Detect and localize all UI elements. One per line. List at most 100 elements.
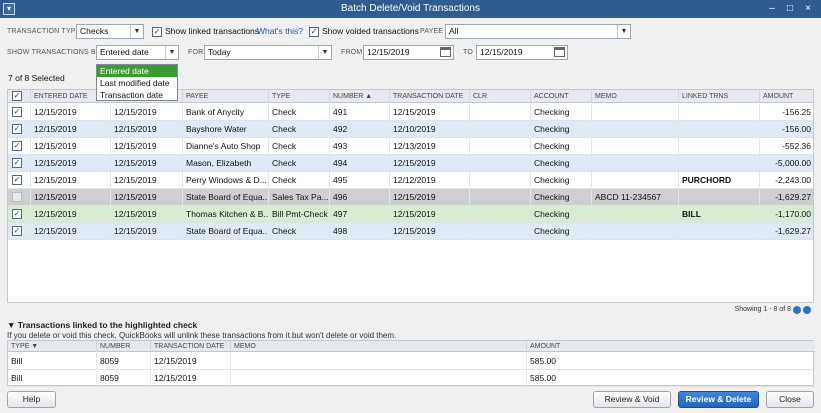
show-by-select[interactable]: Entered date ▼	[96, 45, 179, 60]
row-checkbox[interactable]: ✓	[12, 141, 22, 151]
transaction-type-label: TRANSACTION TYPE	[7, 28, 81, 35]
next-page-icon[interactable]	[803, 306, 811, 314]
collapse-arrow-icon[interactable]: ▼	[7, 320, 18, 330]
dropdown-option-last-modified-date[interactable]: Last modified date	[97, 77, 177, 89]
show-by-label: SHOW TRANSACTIONS BY	[7, 49, 101, 56]
linked-col-date[interactable]: TRANSACTION DATE	[150, 341, 230, 352]
cell-payee: Dianne's Auto Shop	[182, 138, 268, 155]
linked-col-memo[interactable]: MEMO	[230, 341, 526, 352]
calendar-icon[interactable]	[554, 47, 565, 57]
cell-number: 493	[329, 138, 389, 155]
row-checkbox[interactable]: ✓	[12, 107, 22, 117]
row-checkbox[interactable]: ✓	[12, 209, 22, 219]
cell-type: Bill Pmt-Check	[268, 206, 329, 223]
cell-entered: 12/15/2019	[30, 104, 110, 121]
minimize-icon[interactable]: –	[765, 2, 779, 16]
row-checkbox[interactable]	[12, 192, 22, 202]
for-value: Today	[208, 47, 231, 57]
row-checkbox[interactable]: ✓	[12, 175, 22, 185]
show-by-value: Entered date	[100, 47, 149, 57]
to-label: TO	[463, 49, 473, 56]
cell-type: Check	[268, 104, 329, 121]
linked-cell-date: 12/15/2019	[150, 353, 230, 370]
dropdown-option-transaction-date[interactable]: Transaction date	[97, 89, 177, 101]
linked-table-row[interactable]: Bill 8059 12/15/2019 585.00	[8, 370, 815, 387]
col-transaction-date[interactable]: TRANSACTION DATE	[389, 90, 469, 103]
row-checkbox[interactable]: ✓	[12, 124, 22, 134]
cell-account: Checking	[530, 138, 591, 155]
linked-section-heading[interactable]: ▼ Transactions linked to the highlighted…	[7, 320, 197, 330]
review-void-button[interactable]: Review & Void	[593, 391, 671, 408]
cell-entered: 12/15/2019	[30, 223, 110, 240]
cell-entered: 12/15/2019	[30, 155, 110, 172]
calendar-icon[interactable]	[440, 47, 451, 57]
table-row[interactable]: ✓ 12/15/2019 12/15/2019 Mason, Elizabeth Che…	[8, 155, 813, 172]
cell-number: 491	[329, 104, 389, 121]
for-select[interactable]: Today ▼	[204, 45, 332, 60]
show-by-dropdown: Entered date Last modified date Transact…	[96, 64, 178, 101]
select-all-checkbox[interactable]: ✓	[12, 91, 22, 101]
table-row[interactable]: ✓ 12/15/2019 12/15/2019 Perry Windows & D..…	[8, 172, 813, 189]
table-row[interactable]: ✓ 12/15/2019 12/15/2019 Thomas Kitchen & B.…	[8, 206, 813, 223]
cell-modified: 12/15/2019	[110, 172, 182, 189]
show-linked-checkbox[interactable]: ✓	[152, 27, 162, 37]
cell-trans-date: 12/15/2019	[389, 155, 469, 172]
transaction-type-value: Checks	[80, 26, 109, 36]
cell-number: 492	[329, 121, 389, 138]
dropdown-option-entered-date[interactable]: Entered date	[97, 65, 177, 77]
select-all-header[interactable]: ✓	[8, 90, 30, 103]
review-delete-button[interactable]: Review & Delete	[678, 391, 759, 408]
linked-col-type[interactable]: TYPE ▼	[8, 341, 96, 352]
col-clr[interactable]: CLR	[469, 90, 530, 103]
cell-trans-date: 12/10/2019	[389, 121, 469, 138]
linked-table-row[interactable]: Bill 8059 12/15/2019 585.00	[8, 353, 815, 370]
linked-col-amount[interactable]: AMOUNT	[526, 341, 815, 352]
table-row[interactable]: 12/15/2019 12/15/2019 State Board of Equa.…	[8, 189, 813, 206]
to-date-field[interactable]: 12/15/2019	[476, 45, 568, 60]
col-payee[interactable]: PAYEE	[182, 90, 268, 103]
show-voided-checkbox[interactable]: ✓	[309, 27, 319, 37]
cell-memo	[591, 138, 678, 155]
payee-select[interactable]: All ▼	[445, 24, 631, 39]
linked-cell-date: 12/15/2019	[150, 370, 230, 387]
cell-type: Check	[268, 172, 329, 189]
whats-this-link[interactable]: What's this?	[257, 26, 303, 36]
cell-linked: PURCHORD	[678, 172, 759, 189]
row-checkbox[interactable]: ✓	[12, 158, 22, 168]
close-icon[interactable]: ×	[801, 2, 815, 16]
col-amount[interactable]: AMOUNT	[759, 90, 813, 103]
to-date-value: 12/15/2019	[480, 47, 523, 57]
table-row[interactable]: ✓ 12/15/2019 12/15/2019 State Board of Equa…	[8, 223, 813, 240]
row-checkbox[interactable]: ✓	[12, 226, 22, 236]
cell-amount: -5,000.00	[759, 155, 813, 172]
prev-page-icon[interactable]	[793, 306, 801, 314]
cell-linked: BILL	[678, 206, 759, 223]
cell-modified: 12/15/2019	[110, 223, 182, 240]
col-linked-trns[interactable]: LINKED TRNS	[678, 90, 759, 103]
table-row[interactable]: ✓ 12/15/2019 12/15/2019 Dianne's Auto Shop C…	[8, 138, 813, 155]
cell-clr	[469, 155, 530, 172]
cell-amount: -1,629.27	[759, 189, 813, 206]
table-row[interactable]: ✓ 12/15/2019 12/15/2019 Bayshore Water Check…	[8, 121, 813, 138]
cell-account: Checking	[530, 206, 591, 223]
cell-entered: 12/15/2019	[30, 138, 110, 155]
from-date-field[interactable]: 12/15/2019	[363, 45, 454, 60]
close-button[interactable]: Close	[766, 391, 814, 408]
linked-col-number[interactable]: NUMBER	[96, 341, 150, 352]
linked-cell-type: Bill	[11, 356, 23, 366]
cell-clr	[469, 223, 530, 240]
col-account[interactable]: ACCOUNT	[530, 90, 591, 103]
col-memo[interactable]: MEMO	[591, 90, 678, 103]
cell-entered: 12/15/2019	[30, 189, 110, 206]
table-row[interactable]: ✓ 12/15/2019 12/15/2019 Bank of Anycity Chec…	[8, 104, 813, 121]
cell-linked	[678, 189, 759, 206]
cell-amount: -1,170.00	[759, 206, 813, 223]
cell-account: Checking	[530, 172, 591, 189]
col-type[interactable]: TYPE	[268, 90, 329, 103]
help-button[interactable]: Help	[7, 391, 56, 408]
transaction-type-select[interactable]: Checks ▼	[76, 24, 144, 39]
col-number[interactable]: NUMBER ▲	[329, 90, 389, 103]
cell-trans-date: 12/13/2019	[389, 138, 469, 155]
cell-linked	[678, 121, 759, 138]
maximize-icon[interactable]: □	[783, 2, 797, 16]
